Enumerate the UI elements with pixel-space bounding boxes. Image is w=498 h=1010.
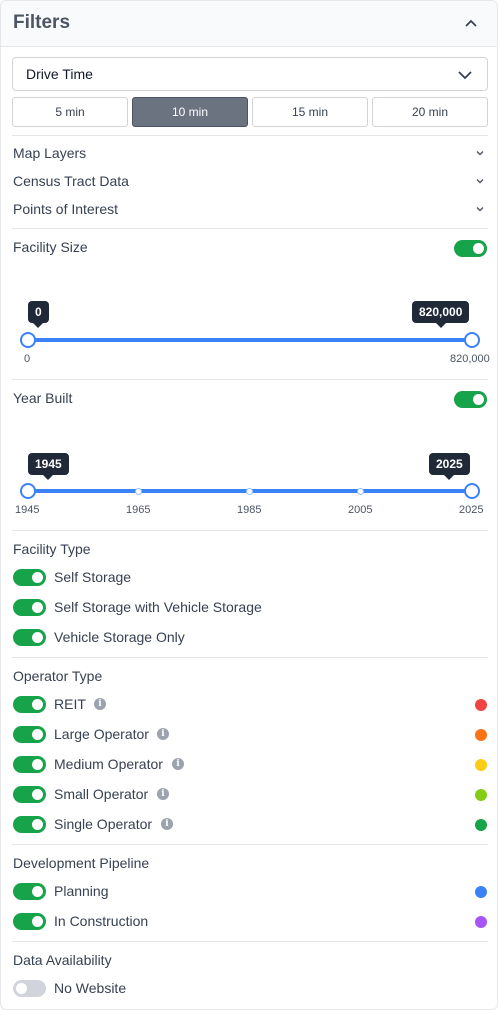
development-pipeline-title: Development Pipeline bbox=[13, 855, 150, 871]
operator-type-small: Small Operator i bbox=[13, 786, 487, 804]
facility-size-min-handle[interactable] bbox=[20, 332, 36, 348]
accordion-label: Census Tract Data bbox=[13, 173, 129, 189]
facility-size-min-bubble: 0 bbox=[28, 301, 49, 328]
data-availability-no-website: No Website bbox=[13, 980, 487, 998]
facility-type-title: Facility Type bbox=[13, 541, 91, 557]
facility-size-max-handle[interactable] bbox=[464, 332, 480, 348]
reit-toggle[interactable] bbox=[13, 696, 46, 713]
operator-type-single: Single Operator i bbox=[13, 816, 487, 834]
divider bbox=[12, 941, 488, 942]
item-label: Small Operator bbox=[54, 786, 149, 802]
accordion-census-tract-data[interactable]: Census Tract Data bbox=[13, 171, 487, 191]
year-built-axis-label: 1945 bbox=[15, 504, 40, 516]
self-storage-toggle[interactable] bbox=[13, 569, 46, 586]
drive-time-option-15-min[interactable]: 15 min bbox=[252, 97, 368, 127]
data-availability-title: Data Availability bbox=[13, 952, 112, 968]
item-label: Planning bbox=[54, 883, 109, 899]
chevron-down-icon bbox=[476, 151, 484, 156]
drive-time-select-value: Drive Time bbox=[26, 66, 93, 82]
no-website-toggle[interactable] bbox=[13, 980, 46, 997]
drive-time-option-20-min[interactable]: 20 min bbox=[372, 97, 488, 127]
pipeline-in-construction: In Construction bbox=[13, 913, 487, 931]
chevron-down-icon bbox=[476, 207, 484, 212]
year-built-axis-label: 2025 bbox=[459, 504, 484, 516]
year-built-min-handle[interactable] bbox=[20, 483, 36, 499]
year-built-axis-label: 1965 bbox=[126, 504, 151, 516]
item-label: In Construction bbox=[54, 913, 149, 929]
filters-title: Filters bbox=[13, 12, 71, 33]
item-label: Single Operator bbox=[54, 816, 153, 832]
item-label: Large Operator bbox=[54, 726, 149, 742]
accordion-points-of-interest[interactable]: Points of Interest bbox=[13, 199, 487, 219]
operator-type-reit: REIT i bbox=[13, 696, 487, 714]
facility-type-self-storage-vehicle: Self Storage with Vehicle Storage bbox=[13, 599, 487, 617]
year-built-toggle[interactable] bbox=[454, 391, 487, 408]
legend-color-dot bbox=[475, 819, 487, 831]
self-storage-vehicle-toggle[interactable] bbox=[13, 599, 46, 616]
facility-type-self-storage: Self Storage bbox=[13, 569, 487, 587]
info-icon[interactable]: i bbox=[94, 698, 106, 710]
single-operator-toggle[interactable] bbox=[13, 816, 46, 833]
item-label: REIT bbox=[54, 696, 86, 712]
divider bbox=[12, 530, 488, 531]
drive-time-option-5-min[interactable]: 5 min bbox=[12, 97, 128, 127]
info-icon[interactable]: i bbox=[157, 728, 169, 740]
chevron-up-icon[interactable] bbox=[463, 15, 479, 31]
filters-panel: Filters Drive Time 5 min 10 min 15 min 2… bbox=[0, 0, 498, 1010]
chevron-down-icon bbox=[458, 71, 472, 80]
divider bbox=[12, 379, 488, 380]
item-label: Medium Operator bbox=[54, 756, 163, 772]
year-built-axis-label: 2005 bbox=[348, 504, 373, 516]
vehicle-storage-only-toggle[interactable] bbox=[13, 629, 46, 646]
facility-size-max-bubble: 820,000 bbox=[412, 301, 470, 328]
pipeline-planning: Planning bbox=[13, 883, 487, 901]
large-operator-toggle[interactable] bbox=[13, 726, 46, 743]
year-built-tick-2005 bbox=[357, 488, 364, 495]
accordion-label: Points of Interest bbox=[13, 201, 119, 217]
chevron-down-icon bbox=[476, 179, 484, 184]
year-built-tick-1985 bbox=[246, 488, 253, 495]
facility-size-slider-track[interactable] bbox=[27, 338, 472, 342]
legend-color-dot bbox=[475, 729, 487, 741]
year-built-min-bubble: 1945 bbox=[28, 453, 69, 480]
in-construction-toggle[interactable] bbox=[13, 913, 46, 930]
legend-color-dot bbox=[475, 699, 487, 711]
small-operator-toggle[interactable] bbox=[13, 786, 46, 803]
facility-type-vehicle-only: Vehicle Storage Only bbox=[13, 629, 487, 647]
item-label: No Website bbox=[54, 980, 127, 996]
facility-size-axis-min: 0 bbox=[24, 353, 31, 365]
year-built-max-handle[interactable] bbox=[464, 483, 480, 499]
planning-toggle[interactable] bbox=[13, 883, 46, 900]
legend-color-dot bbox=[475, 789, 487, 801]
year-built-tick-1965 bbox=[135, 488, 142, 495]
divider bbox=[12, 228, 488, 229]
legend-color-dot bbox=[475, 886, 487, 898]
facility-size-axis-max: 820,000 bbox=[450, 353, 490, 365]
drive-time-option-10-min[interactable]: 10 min bbox=[132, 97, 248, 127]
info-icon[interactable]: i bbox=[157, 788, 169, 800]
accordion-map-layers[interactable]: Map Layers bbox=[13, 143, 487, 163]
item-label: Vehicle Storage Only bbox=[54, 629, 185, 645]
facility-size-toggle[interactable] bbox=[454, 240, 487, 257]
info-icon[interactable]: i bbox=[172, 758, 184, 770]
medium-operator-toggle[interactable] bbox=[13, 756, 46, 773]
year-built-axis-label: 1985 bbox=[237, 504, 262, 516]
item-label: Self Storage with Vehicle Storage bbox=[54, 599, 262, 615]
divider bbox=[12, 844, 488, 845]
facility-size-title: Facility Size bbox=[13, 239, 88, 255]
operator-type-title: Operator Type bbox=[13, 668, 103, 684]
year-built-max-bubble: 2025 bbox=[429, 453, 470, 480]
info-icon[interactable]: i bbox=[161, 818, 173, 830]
operator-type-medium: Medium Operator i bbox=[13, 756, 487, 774]
divider bbox=[12, 657, 488, 658]
filters-header[interactable]: Filters bbox=[1, 1, 497, 47]
drive-time-select[interactable]: Drive Time bbox=[12, 57, 488, 91]
legend-color-dot bbox=[475, 916, 487, 928]
legend-color-dot bbox=[475, 759, 487, 771]
item-label: Self Storage bbox=[54, 569, 132, 585]
accordion-label: Map Layers bbox=[13, 145, 87, 161]
operator-type-large: Large Operator i bbox=[13, 726, 487, 744]
year-built-title: Year Built bbox=[13, 390, 73, 406]
divider bbox=[12, 135, 488, 136]
